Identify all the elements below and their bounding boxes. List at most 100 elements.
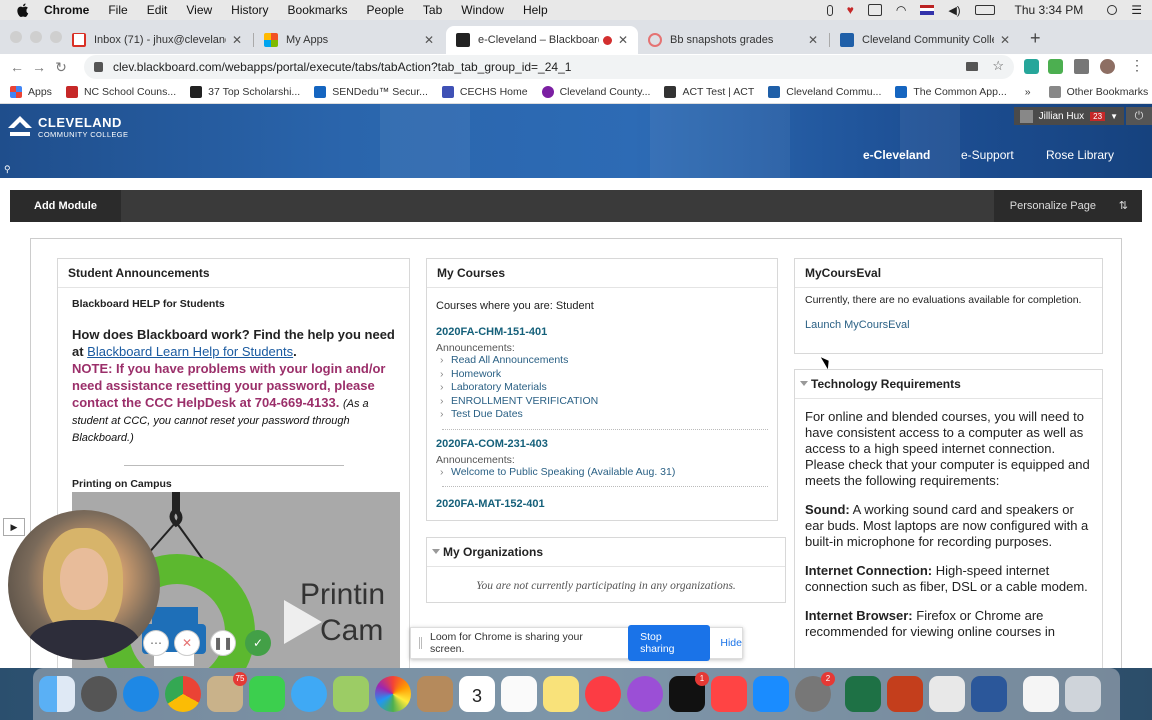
bookmark-item[interactable]: Cleveland Commu... <box>768 85 881 98</box>
tab-blackboard[interactable]: e-Cleveland – Blackboard ✕ <box>446 26 638 54</box>
menu-history[interactable]: History <box>231 3 268 17</box>
close-tab-icon[interactable]: ✕ <box>808 33 818 47</box>
podcasts-icon[interactable] <box>627 676 663 712</box>
finder-icon[interactable] <box>39 676 75 712</box>
mail-icon[interactable]: 75 <box>207 672 247 712</box>
bookmark-star-icon[interactable]: ☆ <box>992 58 1004 74</box>
maps-icon[interactable] <box>333 676 369 712</box>
menu-file[interactable]: File <box>108 3 127 17</box>
bookmark-item[interactable]: NC School Couns... <box>65 85 176 98</box>
notification-badge[interactable]: 23 <box>1090 111 1106 121</box>
other-bookmarks[interactable]: Other Bookmarks <box>1048 85 1148 98</box>
tab-snapshots[interactable]: Bb snapshots grades ✕ <box>638 26 828 54</box>
notes-icon[interactable] <box>543 676 579 712</box>
lastpass-icon[interactable]: ♥ <box>847 3 854 17</box>
close-window-icon[interactable] <box>10 31 22 43</box>
menu-edit[interactable]: Edit <box>147 3 168 17</box>
menu-tab[interactable]: Tab <box>423 3 442 17</box>
course-announcement-link[interactable]: Homework <box>436 368 768 382</box>
bookmark-item[interactable]: ACT Test | ACT <box>664 85 754 98</box>
trash-icon[interactable] <box>1065 676 1101 712</box>
logout-power-icon[interactable]: ⏻ <box>1126 107 1152 125</box>
clock[interactable]: Thu 3:34 PM <box>1015 3 1084 17</box>
volume-icon[interactable]: ◀) <box>948 4 960 17</box>
tab-e-cleveland[interactable]: e-Cleveland <box>863 148 930 162</box>
bookmark-item[interactable]: 37 Top Scholarshi... <box>190 85 300 98</box>
sort-icon[interactable]: ⇅ <box>1119 190 1128 222</box>
calendar-icon[interactable]: 3 <box>459 676 495 712</box>
tab-rose-library[interactable]: Rose Library <box>1046 148 1114 162</box>
wifi-icon[interactable]: ◠ <box>896 3 906 17</box>
control-center-icon[interactable]: ☰ <box>1131 3 1142 17</box>
powerpoint-icon[interactable] <box>887 676 923 712</box>
user-menu[interactable]: Jillian Hux 23 ▼ <box>1013 107 1124 125</box>
news-icon[interactable] <box>711 676 747 712</box>
course-announcement-link[interactable]: Test Due Dates <box>436 408 768 422</box>
word-icon[interactable] <box>971 676 1007 712</box>
module-title[interactable]: My Organizations <box>427 538 785 567</box>
bookmarks-overflow[interactable]: » <box>1025 86 1031 98</box>
module-title[interactable]: Technology Requirements <box>795 370 1102 399</box>
help-link[interactable]: Blackboard Learn Help for Students <box>87 344 293 359</box>
facetime-icon[interactable] <box>249 676 285 712</box>
photos-icon[interactable] <box>375 676 411 712</box>
system-preferences-icon[interactable]: 2 <box>795 672 835 712</box>
tab-e-support[interactable]: e-Support <box>961 148 1014 162</box>
forward-arrow-icon[interactable]: → <box>28 59 50 75</box>
webcam-bubble[interactable] <box>8 510 160 660</box>
apple-tv-icon[interactable]: 1 <box>669 672 709 712</box>
close-tab-icon[interactable]: ✕ <box>424 33 434 47</box>
course-link[interactable]: 2020FA-MAT-152-401 <box>436 498 768 510</box>
bookmark-item[interactable]: SENDedu™ Secur... <box>314 85 428 98</box>
menu-view[interactable]: View <box>186 3 212 17</box>
extension-icon[interactable] <box>1048 59 1063 74</box>
bookmark-item[interactable]: Cleveland County... <box>541 85 650 98</box>
course-announcement-link[interactable]: Laboratory Materials <box>436 381 768 395</box>
reload-icon[interactable]: ↻ <box>50 59 72 76</box>
expand-panel-icon[interactable]: ▶ <box>3 518 25 536</box>
battery-icon[interactable] <box>974 5 995 15</box>
chrome-icon[interactable] <box>165 676 201 712</box>
extension-icon[interactable] <box>1024 59 1039 74</box>
close-tab-icon[interactable]: ✕ <box>1000 33 1010 47</box>
launch-mycourseval-link[interactable]: Launch MyCoursEval <box>805 319 1092 332</box>
pause-recording-icon[interactable]: ❚❚ <box>210 630 236 656</box>
reminders-icon[interactable] <box>501 676 537 712</box>
course-link[interactable]: 2020FA-COM-231-403 <box>436 438 768 450</box>
chevron-down-icon[interactable]: ▼ <box>1110 112 1118 121</box>
zoom-window-icon[interactable] <box>50 31 62 43</box>
tab-my-apps[interactable]: My Apps ✕ <box>254 26 444 54</box>
menu-people[interactable]: People <box>367 3 404 17</box>
bookmark-item[interactable]: The Common App... <box>895 85 1007 98</box>
menu-help[interactable]: Help <box>523 3 548 17</box>
profile-avatar[interactable] <box>1100 59 1115 74</box>
new-tab-button[interactable]: + <box>1030 28 1041 49</box>
minimize-window-icon[interactable] <box>30 31 42 43</box>
tab-cleveland[interactable]: Cleveland Community College ✕ <box>830 26 1020 54</box>
safari-icon[interactable] <box>123 676 159 712</box>
tab-gmail[interactable]: Inbox (71) - jhux@clevelandcc ✕ <box>62 26 252 54</box>
course-link[interactable]: 2020FA-CHM-151-401 <box>436 326 768 338</box>
link-icon[interactable]: ⚲ <box>4 164 11 175</box>
stop-sharing-button[interactable]: Stop sharing <box>628 625 711 661</box>
close-tab-icon[interactable]: ✕ <box>618 33 628 47</box>
add-module-button[interactable]: Add Module <box>10 190 121 222</box>
launchpad-icon[interactable] <box>81 676 117 712</box>
puzzle-icon[interactable] <box>1074 59 1089 74</box>
bookmark-item[interactable]: CECHS Home <box>441 85 528 98</box>
address-bar[interactable]: clev.blackboard.com/webapps/portal/execu… <box>84 55 1014 79</box>
menu-dots-icon[interactable]: ⋮ <box>1130 57 1144 74</box>
microphone-icon[interactable] <box>826 4 833 16</box>
spotlight-icon[interactable] <box>1107 5 1118 15</box>
file-icon[interactable] <box>1023 676 1059 712</box>
close-tab-icon[interactable]: ✕ <box>232 33 242 47</box>
course-announcement-link[interactable]: Welcome to Public Speaking (Available Au… <box>436 466 768 480</box>
cancel-recording-icon[interactable]: ✕ <box>174 630 200 656</box>
document-icon[interactable] <box>929 676 965 712</box>
more-options-icon[interactable]: ⋯ <box>143 630 169 656</box>
play-icon[interactable] <box>284 600 322 644</box>
hide-button[interactable]: Hide <box>720 637 742 649</box>
contacts-icon[interactable] <box>417 676 453 712</box>
drag-handle-icon[interactable] <box>419 637 422 649</box>
personalize-page-button[interactable]: Personalize Page ⇅ <box>993 190 1142 222</box>
